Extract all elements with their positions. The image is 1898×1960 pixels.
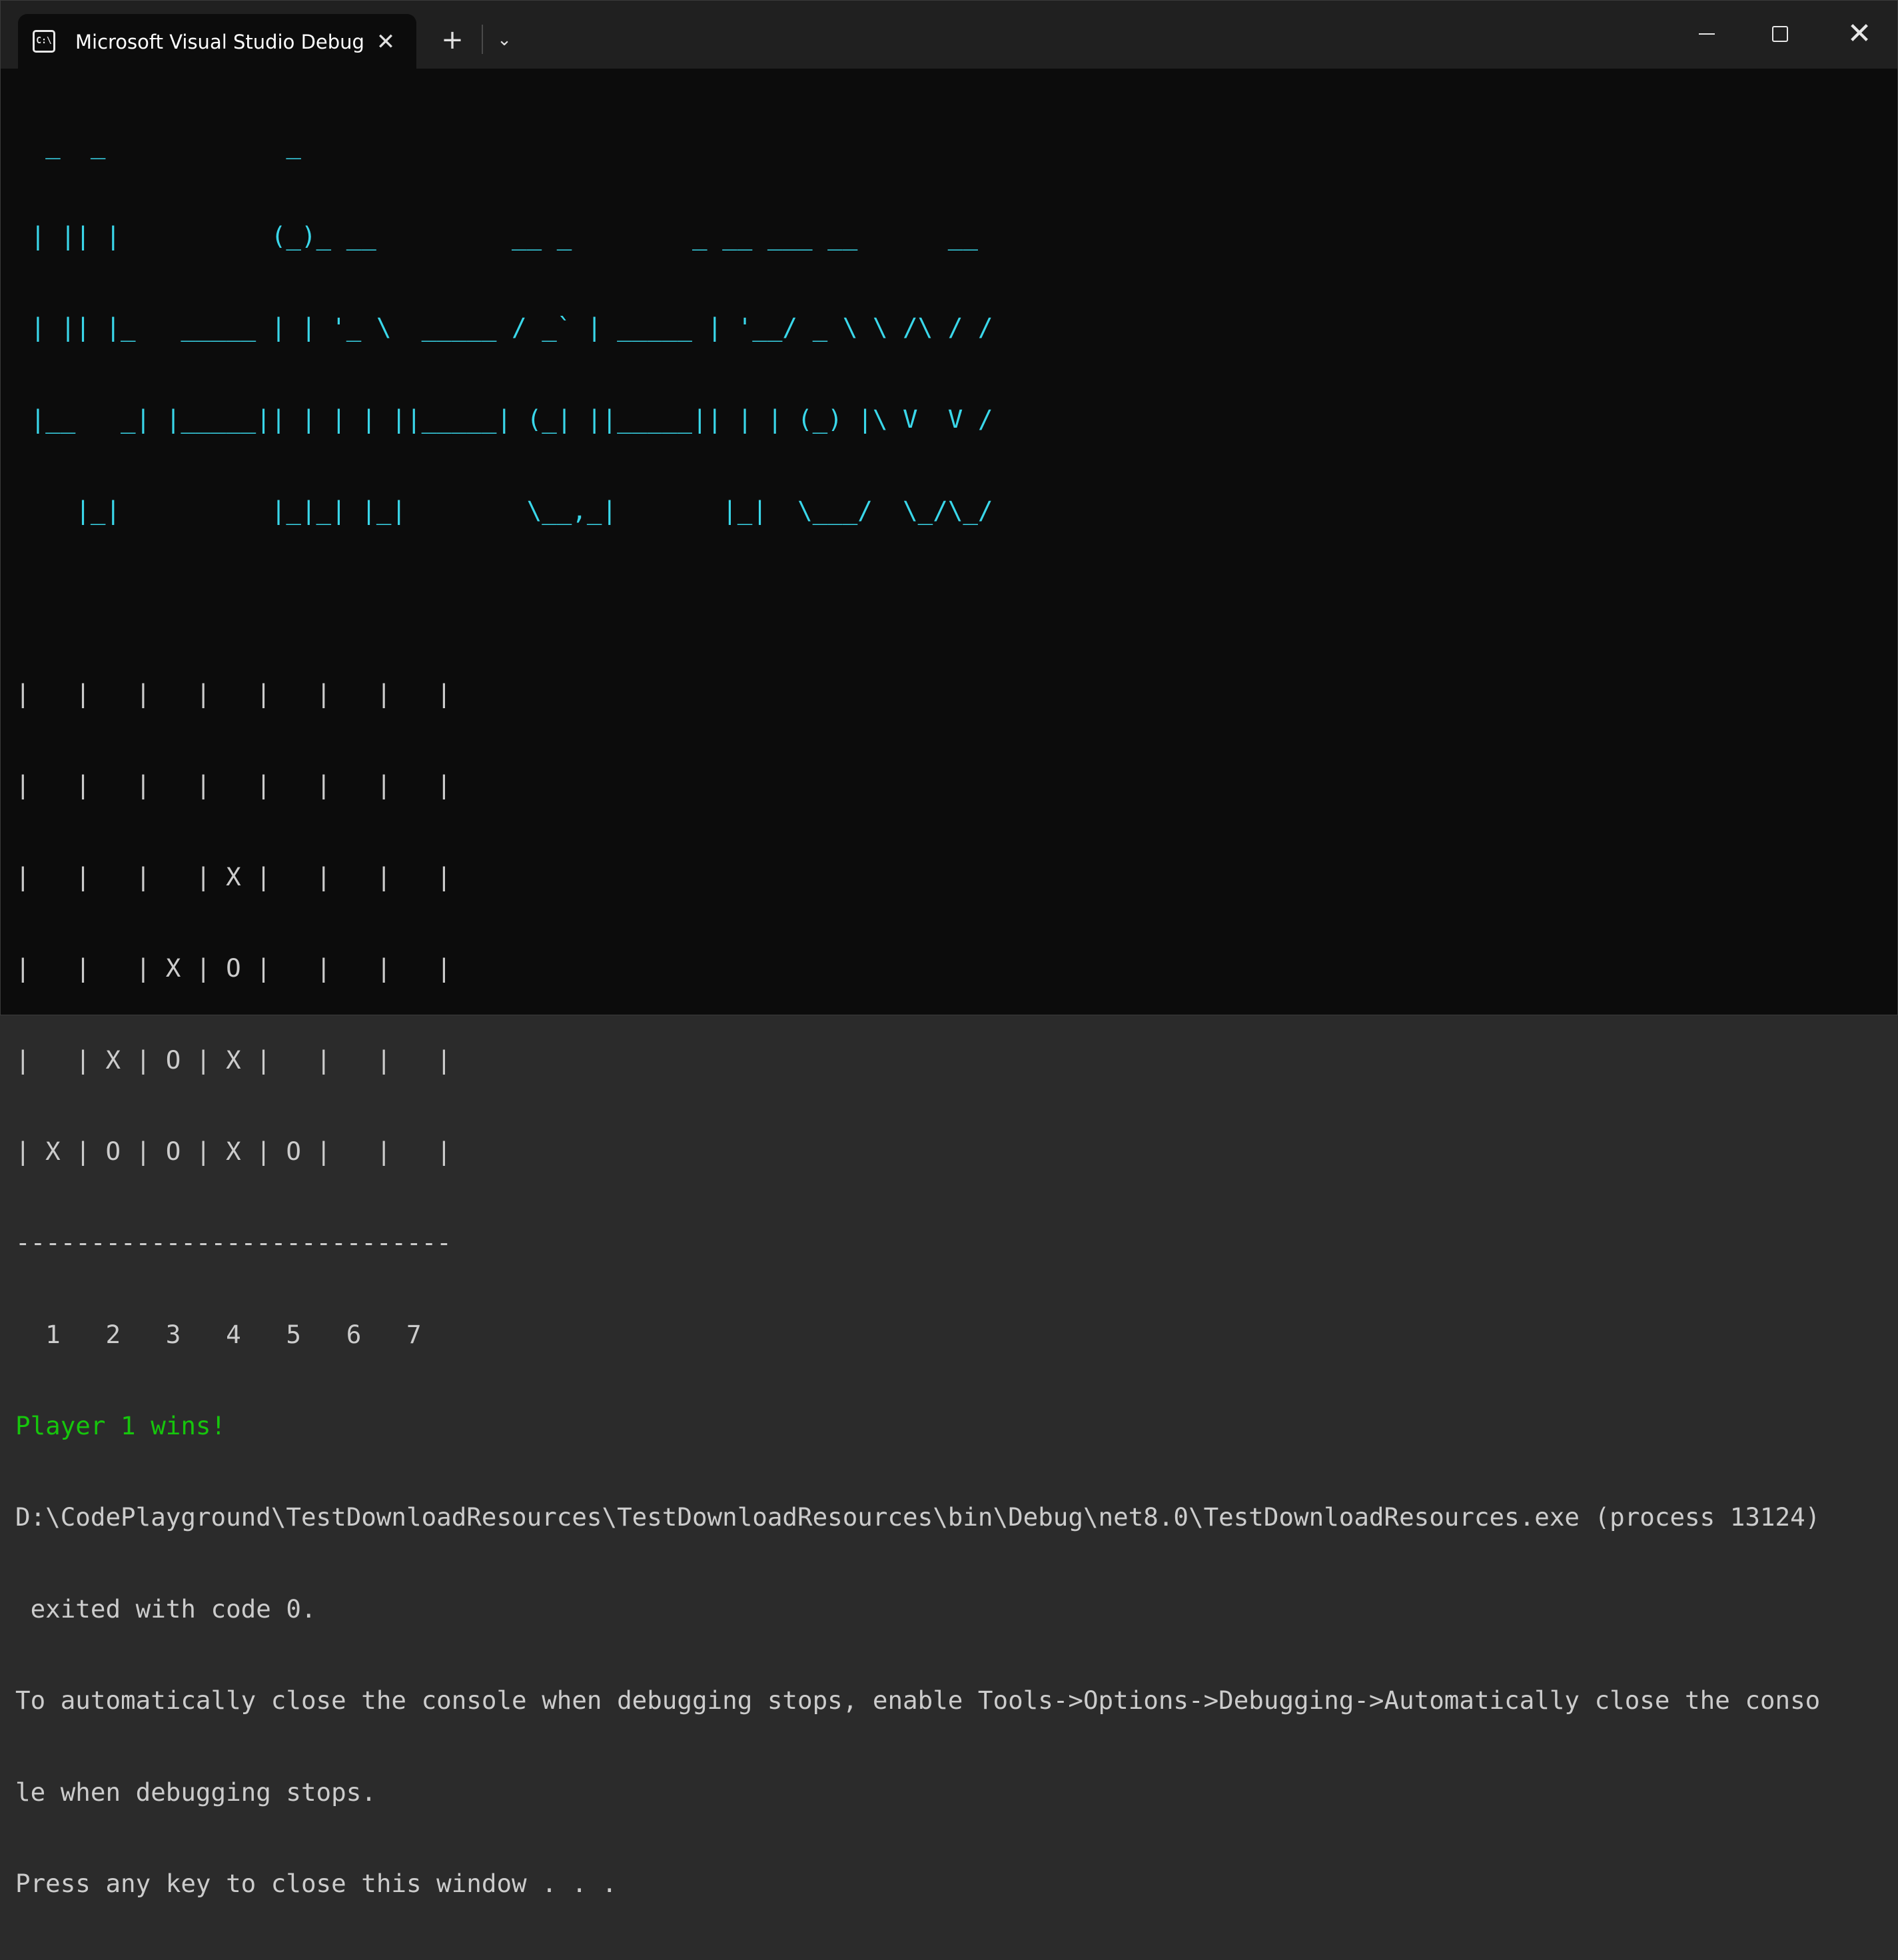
maximize-icon [1772, 26, 1788, 42]
console-icon: C:\ [33, 30, 55, 53]
tab-divider [482, 25, 483, 54]
banner-line: | || |_ _____ | | '_ \ _____ / _` | ____… [15, 312, 993, 342]
plus-icon[interactable]: + [434, 23, 471, 57]
terminal-window: C:\ Microsoft Visual Studio Debug Consol… [0, 0, 1898, 1898]
maximize-button[interactable] [1743, 1, 1818, 67]
exit-line: Press any key to close this window . . . [15, 1869, 618, 1899]
close-icon[interactable]: ✕ [371, 27, 400, 57]
exit-line: exited with code 0. [15, 1594, 316, 1624]
tab-title: Microsoft Visual Studio Debug Console [75, 31, 368, 53]
board-divider: ----------------------------- [15, 1228, 452, 1258]
chevron-down-icon[interactable]: ⌄ [487, 23, 522, 57]
exit-line: To automatically close the console when … [15, 1686, 1821, 1715]
board-row: | | | | | | | | [15, 678, 452, 708]
board-row: | | | | X | | | | [15, 861, 452, 891]
console-output[interactable]: _ _ _ | || | (_)_ __ __ _ _ __ ___ __ __… [15, 69, 1887, 1898]
board-row: | | X | O | X | | | | [15, 1045, 452, 1075]
banner-line: | || | (_)_ __ __ _ _ __ ___ __ __ [15, 221, 978, 250]
exit-line: le when debugging stops. [15, 1777, 376, 1807]
banner-line: _ _ _ [15, 129, 767, 159]
close-window-button[interactable]: ✕ [1822, 1, 1897, 67]
tab-debug-console[interactable]: C:\ Microsoft Visual Studio Debug Consol… [18, 14, 416, 69]
close-icon: ✕ [1847, 17, 1872, 51]
board-row: | | | X | O | | | | [15, 953, 452, 983]
banner-line: |_| |_|_| |_| \__,_| |_| \___/ \_/\_/ [15, 496, 993, 526]
win-message: Player 1 wins! [15, 1411, 227, 1441]
board-row: | | | | | | | | [15, 770, 452, 800]
banner-line: |__ _| |_____|| | | | ||_____| (_| ||___… [15, 404, 993, 434]
minimize-button[interactable] [1669, 1, 1743, 67]
minimize-icon [1699, 33, 1715, 35]
exit-line: D:\CodePlayground\TestDownloadResources\… [15, 1502, 1821, 1532]
board-row: | X | O | O | X | O | | | [15, 1136, 452, 1166]
title-bar[interactable]: C:\ Microsoft Visual Studio Debug Consol… [1, 1, 1897, 69]
column-numbers: 1 2 3 4 5 6 7 [15, 1319, 422, 1349]
